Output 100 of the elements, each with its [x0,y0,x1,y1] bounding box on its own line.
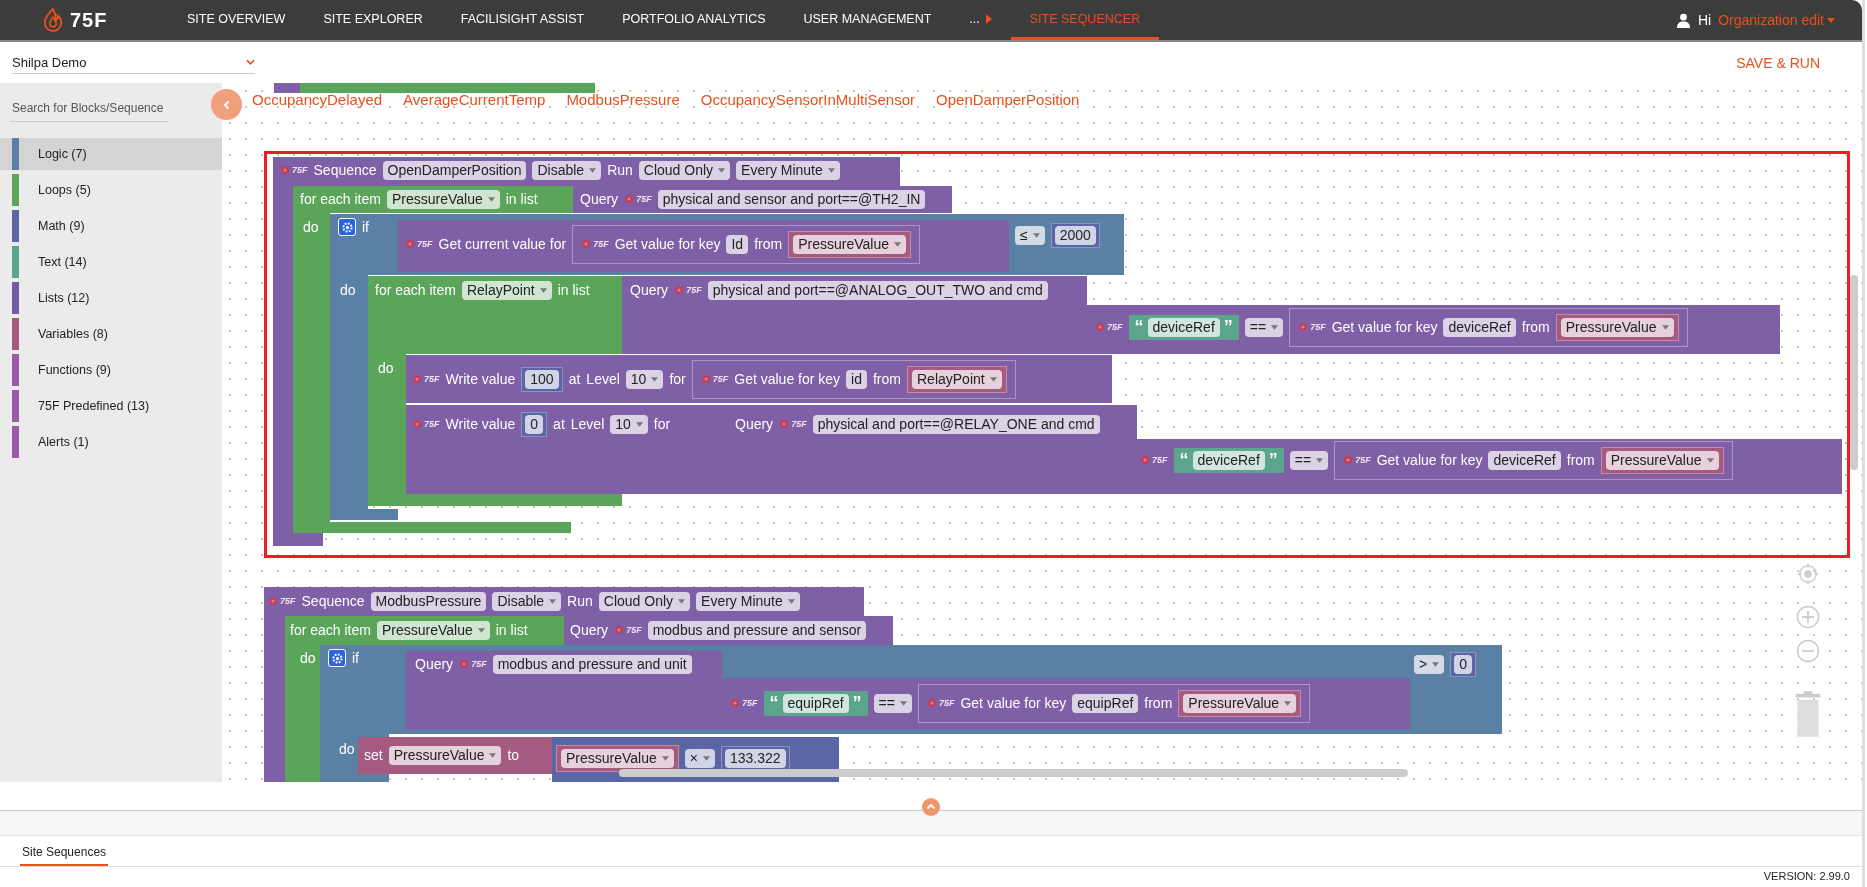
dropdown-field[interactable]: PressureValue [1183,693,1297,713]
brand-label: 75F [280,596,296,606]
block-label: from [1144,695,1173,711]
block-label: at [568,371,581,387]
caret-icon [661,755,669,761]
nav-tab[interactable]: USER MANAGEMENT [784,0,951,40]
recenter-icon[interactable] [1797,563,1819,585]
sequence-link[interactable]: OccupancySensorInMultiSensor [700,91,916,108]
text-field[interactable]: id [846,369,867,389]
text-field[interactable]: deviceRef [1488,450,1561,470]
nav-tab[interactable]: SITE EXPLORER [304,0,442,40]
text-field[interactable]: equipRef [1072,693,1139,713]
category-item[interactable]: Variables (8) [0,318,222,350]
text-field[interactable]: deviceRef [1443,317,1516,337]
settings-icon[interactable] [328,649,346,667]
brand-label: 75F [424,374,440,384]
caret-icon [678,598,686,604]
dropdown-field[interactable]: PressureValue [1605,450,1719,470]
number-field[interactable]: 0 [525,414,544,434]
block-label: for each item [300,191,381,207]
save-and-run-button[interactable]: SAVE & RUN [1736,54,1820,71]
block-label: Get value for key [960,695,1067,711]
category-item[interactable]: Alerts (1) [0,426,222,458]
brand-label: 75F [593,239,609,249]
block-label: Get value for key [614,236,721,252]
category-label: Variables (8) [38,327,108,341]
vertical-scrollbar[interactable] [1850,275,1858,470]
search-field[interactable]: Search for Blocks/Sequence [10,95,169,122]
brand-label: 75F [1355,455,1371,465]
brand-label: 75F [292,165,308,175]
nav-tab[interactable]: PORTFOLIO ANALYTICS [603,0,785,40]
block-label: Sequence [301,593,365,609]
brand-label: 75F [686,285,702,295]
dropdown-field[interactable]: RelayPoint [912,369,1002,389]
nav-tab[interactable]: SITE OVERVIEW [168,0,305,40]
block-label: Level [570,416,605,432]
text-field[interactable]: deviceRef [1147,317,1220,337]
brand-label: 75F [1310,322,1326,332]
quote-mark: “ [1179,452,1189,468]
block-label: Query [630,282,669,298]
block-label: Get current value for [438,236,567,252]
category-label: Math (9) [38,219,85,233]
block-label: to [507,747,520,763]
block-label: do [339,741,355,757]
dropdown-field[interactable]: > [1414,654,1445,674]
dropdown-field[interactable]: PressureValue [793,234,906,254]
nav-tab[interactable]: ... [950,0,1011,40]
number-field[interactable]: 100 [525,369,559,389]
category-item[interactable]: Functions (9) [0,354,222,386]
category-item[interactable]: Lists (12) [0,282,222,314]
sequence-link[interactable]: ModbusPressure [566,91,680,108]
brand-label: 75F [626,625,642,635]
block-label: for [653,416,671,432]
block-label: do [340,282,356,298]
caret-icon [1661,324,1669,330]
dropdown-field[interactable]: PressureValue [561,748,674,768]
sequence-link[interactable]: OccupancyDelayed [252,91,383,108]
category-item[interactable]: 75F Predefined (13) [0,390,222,422]
block-label: Write value [445,416,516,432]
quote-mark: “ [769,695,779,711]
horizontal-scrollbar[interactable] [619,769,1408,777]
site-dropdown[interactable]: Shilpa Demo [12,51,255,74]
category-item[interactable]: Text (14) [0,246,222,278]
brand-label: 75F [712,374,729,384]
flame-logo-icon [42,8,64,32]
dropdown-field[interactable]: PressureValue [1560,317,1674,337]
sequence-link[interactable]: AverageCurrentTemp [403,91,546,108]
caret-icon [1432,661,1440,667]
category-item[interactable]: Logic (7) [0,138,222,170]
category-item[interactable]: Loops (5) [0,174,222,206]
block-label: Get value for key [1331,319,1438,335]
number-field[interactable]: 0 [1454,654,1472,674]
panel-tab[interactable]: Site Sequences [20,845,109,866]
nav-tab[interactable]: FACILISIGHT ASSIST [441,0,604,40]
expand-panel-button[interactable] [922,798,940,816]
text-field[interactable]: deviceRef [1192,450,1265,470]
text-field[interactable]: Id [726,234,749,254]
block-label: at [553,416,565,432]
caret-icon [487,196,495,202]
caret-icon [1706,457,1714,463]
block-label: in list [557,282,590,298]
text-field[interactable]: equipRef [782,693,849,713]
caret-icon [489,752,497,758]
caret-icon [477,627,485,633]
block-label: do [303,219,319,235]
block-label: if [352,650,359,666]
zoom-out-icon[interactable] [1796,639,1820,663]
collapse-sidebar-button[interactable] [211,89,242,120]
brand-label: 75F [1107,322,1123,332]
settings-icon[interactable] [338,218,356,236]
block-label: do [378,360,394,376]
category-item[interactable]: Math (9) [0,210,222,242]
chevron-down-icon [246,59,255,65]
number-field[interactable]: 2000 [1054,225,1096,245]
block-label: set [364,747,383,763]
trash-icon[interactable] [1794,690,1822,738]
sequence-link[interactable]: OpenDamperPosition [936,91,1080,108]
brand-label: 75F [471,659,487,669]
number-field[interactable]: 133.322 [725,748,786,768]
zoom-in-icon[interactable] [1796,605,1820,629]
